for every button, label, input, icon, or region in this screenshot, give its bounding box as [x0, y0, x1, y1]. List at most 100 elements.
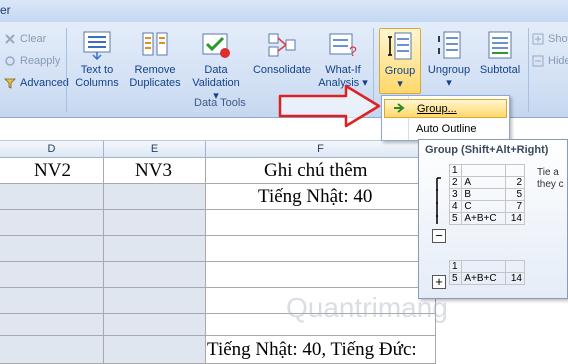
menu-item-auto-outline[interactable]: Auto Outline: [384, 120, 507, 139]
show-detail-icon: [532, 33, 544, 45]
table-cell: [461, 164, 507, 177]
remove-duplicates-button[interactable]: Remove Duplicates: [126, 30, 184, 90]
group-dropdown-arrow[interactable]: ▾: [380, 78, 420, 91]
cell-d2[interactable]: [0, 184, 104, 210]
table-cell: [461, 260, 507, 273]
group-dropdown-menu: Group... Auto Outline: [381, 95, 510, 141]
table-cell: 4: [448, 200, 463, 213]
data-validation-button[interactable]: Data Validation ▾: [188, 30, 244, 103]
cell-e5[interactable]: [104, 262, 206, 288]
text-to-columns-icon: [82, 30, 112, 61]
tooltip-desc-line-2: they c: [537, 179, 564, 190]
cell-f4[interactable]: [206, 236, 436, 262]
cell-e8[interactable]: [104, 336, 206, 364]
data-validation-label-1: Data: [204, 64, 228, 76]
group-tooltip: Group (Shift+Alt+Right) Tie a they c − 1…: [418, 139, 568, 299]
cell-d1[interactable]: NV2: [0, 158, 104, 184]
cell-e2[interactable]: [104, 184, 206, 210]
show-detail-label: Show: [548, 33, 568, 45]
table-cell: 14: [505, 212, 525, 225]
subtotal-icon: [485, 30, 515, 60]
tooltip-title: Group (Shift+Alt+Right): [425, 144, 549, 156]
cell-d4[interactable]: [0, 236, 104, 262]
hide-detail-button[interactable]: Hide: [532, 55, 568, 67]
table-cell: B: [461, 188, 507, 201]
remove-duplicates-icon: [140, 30, 170, 60]
text-to-columns-label-1: Text to: [80, 64, 114, 76]
hide-detail-label: Hide: [548, 55, 568, 67]
consolidate-button[interactable]: Consolidate: [250, 30, 314, 77]
clear-button[interactable]: Clear: [4, 33, 46, 45]
expand-plus-icon: +: [432, 275, 446, 289]
group-button[interactable]: Group ▾: [379, 28, 421, 94]
group-icon: [385, 31, 415, 61]
cell-f5[interactable]: [206, 262, 436, 288]
collapse-minus-icon: −: [432, 229, 446, 243]
title-bar: er: [0, 0, 568, 22]
cell-e1[interactable]: NV3: [104, 158, 206, 184]
table-cell: 5: [448, 212, 463, 225]
consolidate-icon: [267, 30, 297, 60]
cell-d5[interactable]: [0, 262, 104, 288]
consolidate-label: Consolidate: [252, 64, 312, 76]
menu-item-group[interactable]: Group...: [384, 99, 507, 118]
what-if-icon: ?: [328, 30, 358, 60]
tooltip-desc-line-1: Tie a: [537, 167, 559, 178]
table-cell: 5: [448, 272, 463, 285]
subtotal-label: Subtotal: [479, 64, 521, 76]
column-header-f[interactable]: F: [206, 141, 436, 158]
table-cell: 1: [448, 164, 463, 177]
cell-d6[interactable]: [0, 288, 104, 314]
reapply-label: Reapply: [20, 55, 61, 67]
cell-f2-text: Tiếng Nhật: 40: [258, 186, 373, 207]
cell-f8[interactable]: Tiếng Nhật: 40, Tiếng Đức:: [206, 336, 436, 364]
menu-item-group-label: Group...: [417, 103, 457, 115]
cell-d3[interactable]: [0, 210, 104, 236]
clear-icon: [4, 33, 16, 45]
remove-duplicates-label-1: Remove: [134, 64, 176, 76]
ungroup-label: Ungroup: [427, 64, 471, 76]
reapply-button[interactable]: Reapply: [4, 55, 60, 67]
table-row: 1: [448, 260, 525, 273]
column-header-e[interactable]: E: [104, 141, 206, 158]
group-arrow-icon: [393, 103, 405, 116]
cell-f3[interactable]: [206, 210, 436, 236]
subtotal-button[interactable]: Subtotal: [476, 30, 524, 77]
advanced-filter-icon: [4, 77, 16, 89]
ungroup-dropdown-arrow[interactable]: ▾: [424, 77, 474, 90]
watermark: Quantrimang: [286, 292, 448, 324]
table-row: 5 A+B+C 14: [448, 272, 525, 285]
show-detail-button[interactable]: Show: [532, 33, 568, 45]
cell-e3[interactable]: [104, 210, 206, 236]
window-title: er: [0, 3, 11, 17]
reapply-icon: [4, 55, 16, 67]
cell-f1[interactable]: Ghi chú thêm: [206, 158, 436, 184]
text-to-columns-label-2: Columns: [75, 77, 119, 89]
text-to-columns-button[interactable]: Text to Columns: [70, 30, 124, 90]
column-header-d[interactable]: D: [0, 141, 104, 158]
red-arrow-annotation: [278, 84, 381, 128]
table-row: 2A2: [448, 176, 525, 189]
tooltip-example-table-collapsed: 1 5 A+B+C 14: [448, 260, 525, 285]
what-if-analysis-button[interactable]: ? What-If Analysis ▾: [318, 30, 368, 90]
tooltip-description: Tie a they c: [537, 167, 564, 191]
cell-f2[interactable]: Tiếng Nhật: 40: [206, 184, 436, 210]
clear-label: Clear: [20, 33, 47, 45]
advanced-button[interactable]: Advanced: [4, 77, 69, 89]
table-cell: 7: [505, 200, 525, 213]
ungroup-button[interactable]: Ungroup ▾: [424, 30, 474, 90]
advanced-label: Advanced: [20, 77, 69, 89]
table-row: 4C7: [448, 200, 525, 213]
cell-d8[interactable]: [0, 336, 104, 364]
cell-e4[interactable]: [104, 236, 206, 262]
cell-e6[interactable]: [104, 288, 206, 314]
separator: [66, 28, 67, 112]
table-cell: A: [461, 176, 507, 189]
ungroup-icon: [434, 30, 464, 60]
cell-d7[interactable]: [0, 314, 104, 336]
hide-detail-icon: [532, 55, 544, 67]
remove-duplicates-label-2: Duplicates: [129, 77, 181, 89]
cell-e7[interactable]: [104, 314, 206, 336]
table-cell: [505, 260, 525, 273]
table-cell: A+B+C: [461, 212, 507, 225]
